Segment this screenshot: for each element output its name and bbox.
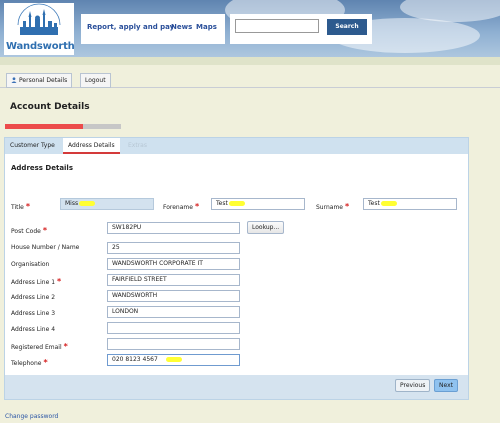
- post-code-field[interactable]: SW182PU: [107, 222, 240, 234]
- skyline-icon: [17, 3, 61, 35]
- surname-label: Surname *: [316, 202, 350, 211]
- telephone-label: Telephone *: [11, 358, 48, 367]
- title-select[interactable]: Miss: [60, 198, 154, 210]
- nav-news[interactable]: News: [171, 23, 192, 31]
- redaction-highlight: [380, 201, 397, 206]
- house-number-label: House Number / Name: [11, 244, 80, 251]
- site-header: Wandsworth Report, apply and pay News Ma…: [0, 0, 500, 65]
- personal-details-tab[interactable]: Personal Details: [6, 73, 73, 88]
- page-title: Account Details: [10, 102, 90, 112]
- post-code-label: Post Code *: [11, 226, 48, 235]
- title-label: Title *: [11, 202, 31, 211]
- previous-button[interactable]: Previous: [395, 379, 431, 392]
- logo-text: Wandsworth: [6, 41, 75, 52]
- redaction-highlight: [79, 201, 96, 206]
- personal-details-label: Personal Details: [19, 77, 68, 84]
- nav-report-apply-pay[interactable]: Report, apply and pay: [87, 23, 174, 31]
- search-input[interactable]: [235, 19, 319, 33]
- progress-bar: [5, 124, 121, 129]
- wandsworth-logo[interactable]: Wandsworth: [4, 3, 75, 55]
- address-line-1-label: Address Line 1 *: [11, 277, 62, 286]
- required-marker: *: [194, 202, 200, 211]
- logout-tab[interactable]: Logout: [80, 73, 111, 88]
- required-marker: *: [63, 342, 68, 351]
- required-marker: *: [42, 226, 48, 235]
- step-tabs: Customer Type Address Details Extras: [5, 138, 468, 154]
- tab-extras: Extras: [128, 142, 147, 149]
- registered-email-label: Registered Email *: [11, 342, 68, 351]
- progress-fill: [5, 124, 83, 129]
- address-line-2-label: Address Line 2: [11, 294, 56, 301]
- form-panel: Customer Type Address Details Extras Add…: [4, 137, 469, 400]
- address-line-1-field[interactable]: FAIRFIELD STREET: [107, 274, 240, 286]
- lookup-button[interactable]: Lookup...: [247, 221, 285, 234]
- address-line-3-field[interactable]: LONDON: [107, 306, 240, 318]
- forename-label: Forename *: [163, 202, 200, 211]
- address-line-3-label: Address Line 3: [11, 310, 56, 317]
- change-password-link[interactable]: Change password: [5, 413, 58, 420]
- account-menu: Personal Details Logout: [0, 73, 500, 88]
- tab-address-details[interactable]: Address Details: [63, 138, 120, 154]
- main-nav: Report, apply and pay News Maps: [81, 14, 225, 44]
- required-marker: *: [345, 202, 350, 211]
- telephone-field[interactable]: 020 8123 4567: [107, 354, 240, 366]
- address-line-4-field[interactable]: [107, 322, 240, 334]
- nav-maps[interactable]: Maps: [196, 23, 217, 31]
- required-marker: *: [43, 358, 48, 367]
- registered-email-field[interactable]: [107, 338, 240, 350]
- section-title: Address Details: [11, 164, 74, 172]
- address-line-2-field[interactable]: WANDSWORTH: [107, 290, 240, 302]
- house-number-field[interactable]: 25: [107, 242, 240, 254]
- surname-field[interactable]: Test: [363, 198, 457, 210]
- required-marker: *: [25, 202, 31, 211]
- address-line-4-label: Address Line 4: [11, 326, 56, 333]
- organisation-label: Organisation: [11, 261, 50, 268]
- redaction-highlight: [165, 357, 182, 362]
- person-icon: [11, 77, 17, 83]
- organisation-field[interactable]: WANDSWORTH CORPORATE IT: [107, 258, 240, 270]
- forename-field[interactable]: Test: [211, 198, 305, 210]
- redaction-highlight: [228, 201, 245, 206]
- tab-customer-type[interactable]: Customer Type: [5, 138, 60, 154]
- required-marker: *: [57, 277, 62, 286]
- header-divider: [0, 57, 500, 65]
- next-button[interactable]: Next: [434, 379, 458, 392]
- search-area: Search: [230, 14, 372, 44]
- search-button[interactable]: Search: [327, 19, 367, 35]
